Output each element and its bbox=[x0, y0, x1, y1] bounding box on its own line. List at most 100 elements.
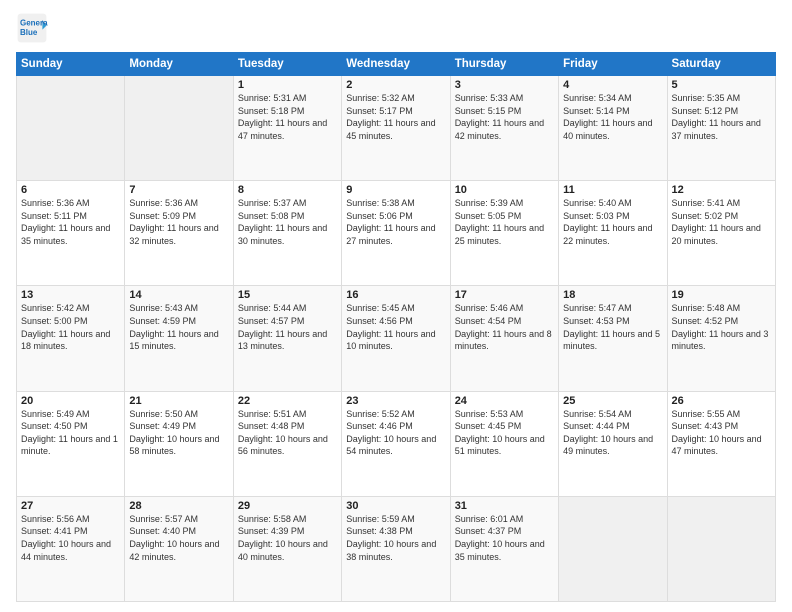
cell-info: Sunset: 4:48 PM bbox=[238, 420, 337, 433]
day-number: 25 bbox=[563, 395, 662, 407]
calendar-cell: 16Sunrise: 5:45 AMSunset: 4:56 PMDayligh… bbox=[342, 286, 450, 391]
cell-info: Sunrise: 5:44 AM bbox=[238, 302, 337, 315]
cell-info: Daylight: 11 hours and 1 minute. bbox=[21, 433, 120, 458]
cell-info: Daylight: 10 hours and 42 minutes. bbox=[129, 538, 228, 563]
cell-info: Sunrise: 5:56 AM bbox=[21, 513, 120, 526]
cell-info: Sunrise: 5:52 AM bbox=[346, 408, 445, 421]
day-number: 26 bbox=[672, 395, 771, 407]
cell-info: Sunrise: 5:59 AM bbox=[346, 513, 445, 526]
calendar-cell: 22Sunrise: 5:51 AMSunset: 4:48 PMDayligh… bbox=[233, 391, 341, 496]
cell-info: Sunrise: 5:45 AM bbox=[346, 302, 445, 315]
day-number: 7 bbox=[129, 184, 228, 196]
cell-info: Sunrise: 5:47 AM bbox=[563, 302, 662, 315]
cell-info: Sunset: 4:45 PM bbox=[455, 420, 554, 433]
cell-info: Sunrise: 6:01 AM bbox=[455, 513, 554, 526]
day-number: 16 bbox=[346, 289, 445, 301]
cell-info: Sunrise: 5:32 AM bbox=[346, 92, 445, 105]
calendar-cell: 2Sunrise: 5:32 AMSunset: 5:17 PMDaylight… bbox=[342, 76, 450, 181]
weekday-tuesday: Tuesday bbox=[233, 53, 341, 76]
weekday-friday: Friday bbox=[559, 53, 667, 76]
cell-info: Sunrise: 5:42 AM bbox=[21, 302, 120, 315]
cell-info: Sunset: 4:39 PM bbox=[238, 525, 337, 538]
day-number: 3 bbox=[455, 79, 554, 91]
calendar-cell bbox=[559, 496, 667, 601]
cell-info: Sunset: 4:54 PM bbox=[455, 315, 554, 328]
cell-info: Sunrise: 5:39 AM bbox=[455, 197, 554, 210]
cell-info: Sunset: 5:17 PM bbox=[346, 105, 445, 118]
cell-info: Daylight: 11 hours and 25 minutes. bbox=[455, 222, 554, 247]
calendar-cell: 13Sunrise: 5:42 AMSunset: 5:00 PMDayligh… bbox=[17, 286, 125, 391]
page: General Blue SundayMondayTuesdayWednesda… bbox=[0, 0, 792, 612]
cell-info: Daylight: 11 hours and 42 minutes. bbox=[455, 117, 554, 142]
cell-info: Sunset: 4:41 PM bbox=[21, 525, 120, 538]
cell-info: Sunset: 5:00 PM bbox=[21, 315, 120, 328]
cell-info: Daylight: 11 hours and 20 minutes. bbox=[672, 222, 771, 247]
cell-info: Daylight: 10 hours and 47 minutes. bbox=[672, 433, 771, 458]
day-number: 10 bbox=[455, 184, 554, 196]
cell-info: Sunset: 5:03 PM bbox=[563, 210, 662, 223]
day-number: 22 bbox=[238, 395, 337, 407]
cell-info: Sunset: 5:09 PM bbox=[129, 210, 228, 223]
day-number: 1 bbox=[238, 79, 337, 91]
cell-info: Sunset: 4:59 PM bbox=[129, 315, 228, 328]
cell-info: Daylight: 10 hours and 44 minutes. bbox=[21, 538, 120, 563]
cell-info: Sunset: 4:46 PM bbox=[346, 420, 445, 433]
calendar-cell bbox=[17, 76, 125, 181]
cell-info: Sunrise: 5:48 AM bbox=[672, 302, 771, 315]
calendar-cell: 21Sunrise: 5:50 AMSunset: 4:49 PMDayligh… bbox=[125, 391, 233, 496]
cell-info: Sunrise: 5:53 AM bbox=[455, 408, 554, 421]
cell-info: Daylight: 11 hours and 47 minutes. bbox=[238, 117, 337, 142]
week-row-2: 6Sunrise: 5:36 AMSunset: 5:11 PMDaylight… bbox=[17, 181, 776, 286]
header: General Blue bbox=[16, 12, 776, 44]
calendar-cell: 27Sunrise: 5:56 AMSunset: 4:41 PMDayligh… bbox=[17, 496, 125, 601]
calendar-cell bbox=[125, 76, 233, 181]
cell-info: Daylight: 10 hours and 54 minutes. bbox=[346, 433, 445, 458]
calendar-cell: 7Sunrise: 5:36 AMSunset: 5:09 PMDaylight… bbox=[125, 181, 233, 286]
cell-info: Daylight: 10 hours and 56 minutes. bbox=[238, 433, 337, 458]
cell-info: Sunset: 4:37 PM bbox=[455, 525, 554, 538]
logo-icon: General Blue bbox=[16, 12, 48, 44]
calendar-cell: 5Sunrise: 5:35 AMSunset: 5:12 PMDaylight… bbox=[667, 76, 775, 181]
weekday-wednesday: Wednesday bbox=[342, 53, 450, 76]
cell-info: Sunrise: 5:36 AM bbox=[129, 197, 228, 210]
calendar-cell: 15Sunrise: 5:44 AMSunset: 4:57 PMDayligh… bbox=[233, 286, 341, 391]
cell-info: Sunrise: 5:41 AM bbox=[672, 197, 771, 210]
cell-info: Daylight: 11 hours and 37 minutes. bbox=[672, 117, 771, 142]
cell-info: Daylight: 11 hours and 3 minutes. bbox=[672, 328, 771, 353]
cell-info: Sunset: 4:38 PM bbox=[346, 525, 445, 538]
calendar-cell: 26Sunrise: 5:55 AMSunset: 4:43 PMDayligh… bbox=[667, 391, 775, 496]
day-number: 4 bbox=[563, 79, 662, 91]
weekday-saturday: Saturday bbox=[667, 53, 775, 76]
cell-info: Daylight: 11 hours and 18 minutes. bbox=[21, 328, 120, 353]
cell-info: Daylight: 11 hours and 10 minutes. bbox=[346, 328, 445, 353]
cell-info: Daylight: 11 hours and 40 minutes. bbox=[563, 117, 662, 142]
cell-info: Sunset: 4:56 PM bbox=[346, 315, 445, 328]
cell-info: Sunrise: 5:57 AM bbox=[129, 513, 228, 526]
week-row-3: 13Sunrise: 5:42 AMSunset: 5:00 PMDayligh… bbox=[17, 286, 776, 391]
calendar-cell: 18Sunrise: 5:47 AMSunset: 4:53 PMDayligh… bbox=[559, 286, 667, 391]
cell-info: Sunrise: 5:33 AM bbox=[455, 92, 554, 105]
cell-info: Daylight: 11 hours and 8 minutes. bbox=[455, 328, 554, 353]
cell-info: Sunset: 4:40 PM bbox=[129, 525, 228, 538]
day-number: 20 bbox=[21, 395, 120, 407]
calendar-cell: 24Sunrise: 5:53 AMSunset: 4:45 PMDayligh… bbox=[450, 391, 558, 496]
week-row-4: 20Sunrise: 5:49 AMSunset: 4:50 PMDayligh… bbox=[17, 391, 776, 496]
cell-info: Sunset: 4:50 PM bbox=[21, 420, 120, 433]
cell-info: Sunrise: 5:34 AM bbox=[563, 92, 662, 105]
day-number: 29 bbox=[238, 500, 337, 512]
day-number: 17 bbox=[455, 289, 554, 301]
day-number: 15 bbox=[238, 289, 337, 301]
weekday-header-row: SundayMondayTuesdayWednesdayThursdayFrid… bbox=[17, 53, 776, 76]
cell-info: Sunrise: 5:36 AM bbox=[21, 197, 120, 210]
cell-info: Daylight: 11 hours and 5 minutes. bbox=[563, 328, 662, 353]
cell-info: Sunset: 4:49 PM bbox=[129, 420, 228, 433]
calendar-cell: 25Sunrise: 5:54 AMSunset: 4:44 PMDayligh… bbox=[559, 391, 667, 496]
calendar-cell: 10Sunrise: 5:39 AMSunset: 5:05 PMDayligh… bbox=[450, 181, 558, 286]
calendar-cell: 29Sunrise: 5:58 AMSunset: 4:39 PMDayligh… bbox=[233, 496, 341, 601]
cell-info: Daylight: 11 hours and 15 minutes. bbox=[129, 328, 228, 353]
calendar-cell: 28Sunrise: 5:57 AMSunset: 4:40 PMDayligh… bbox=[125, 496, 233, 601]
day-number: 28 bbox=[129, 500, 228, 512]
logo: General Blue bbox=[16, 12, 48, 44]
cell-info: Sunset: 4:52 PM bbox=[672, 315, 771, 328]
cell-info: Sunset: 5:18 PM bbox=[238, 105, 337, 118]
